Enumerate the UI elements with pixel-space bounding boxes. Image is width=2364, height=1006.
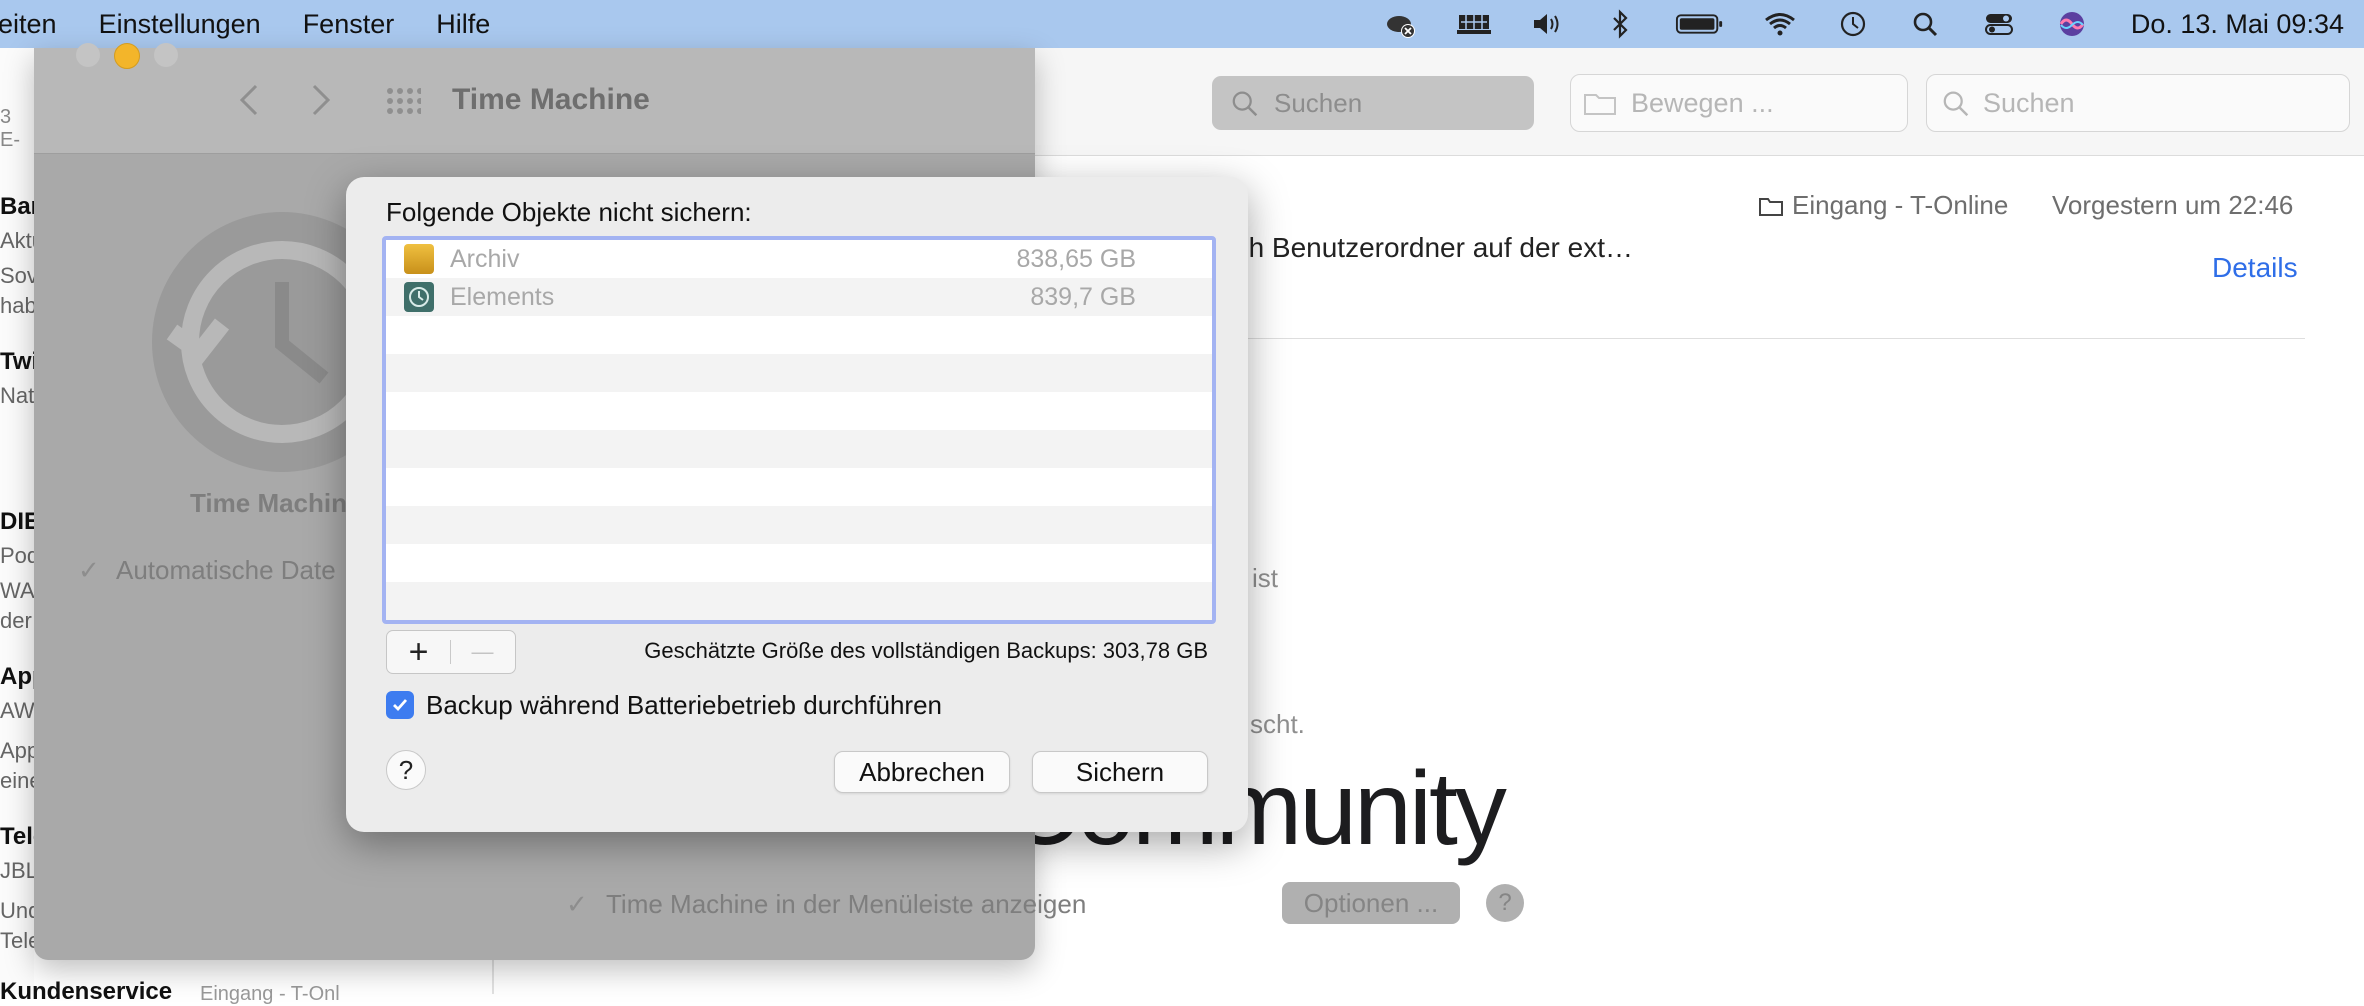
zoom-button[interactable] [154,43,178,67]
list-item-line: Nat [0,383,35,408]
save-button[interactable]: Sichern [1032,751,1208,793]
battery-icon[interactable] [1674,9,1726,39]
list-item-line: Sov [0,263,38,288]
clock[interactable]: Do. 13. Mai 09:34 [2131,9,2344,40]
back-icon[interactable] [236,82,262,118]
mail-count-fragment: 3 E- [0,106,20,151]
mail-list-edge: 3 E- Bar Aktu Sov hab Twi Nat DIE Pod WA… [0,48,172,1005]
icloud-error-icon[interactable] [1382,9,1420,39]
folder-icon [1584,94,1616,115]
minimize-button[interactable] [114,43,140,69]
empty-row [386,354,1212,392]
remove-button[interactable]: — [451,631,514,673]
empty-row [386,316,1212,354]
message-date: Vorgestern um 22:46 [2052,190,2294,220]
help-label: ? [398,754,414,785]
display-icon[interactable] [1455,9,1493,39]
search-placeholder: Suchen [1274,87,1363,118]
exclusions-sheet: Folgende Objekte nicht sichern: Archiv 8… [346,177,1248,832]
volume-icon[interactable] [1528,9,1566,39]
wifi-icon[interactable] [1761,9,1799,39]
show-in-menubar-label: Time Machine in der Menüleiste anzeigen [606,889,1087,919]
item-name: Archiv [450,245,520,273]
search-icon [1943,91,1969,117]
battery-backup-label[interactable]: Backup während Batteriebetrieb durchführ… [426,690,942,721]
checkmark-icon[interactable]: ✓ [78,555,100,586]
info-text-fragment: ist [1252,563,1278,593]
list-item-sender[interactable]: Twi [0,348,38,376]
empty-row [386,544,1212,582]
empty-row [386,392,1212,430]
add-remove-control: + — [386,630,516,674]
bluetooth-icon[interactable] [1601,9,1639,39]
exclusions-list[interactable]: Archiv 838,65 GB Elements 839,7 GB [382,236,1216,624]
info-text-fragment: scht. [1250,709,1305,739]
window-title: Time Machine [452,83,650,116]
auto-backup-label: Automatische Date [116,555,336,585]
menu-item-edit[interactable]: eiten [0,9,57,40]
save-label: Sichern [1075,756,1165,787]
grid-icon[interactable] [385,86,421,118]
app-label: Time Machin [190,488,348,518]
help-button[interactable]: ? [386,750,426,790]
battery-backup-checkbox[interactable] [386,691,414,719]
spotlight-icon[interactable] [1907,9,1945,39]
remove-label: — [471,639,494,664]
list-item[interactable]: Elements 839,7 GB [386,278,1212,316]
forward-icon[interactable] [308,82,334,118]
list-item-line: hab [0,293,37,318]
menu-item-window[interactable]: Fenster [303,9,395,40]
time-machine-drive-icon [404,282,434,312]
help-button[interactable]: ? [1486,884,1524,922]
empty-row [386,430,1212,468]
checkmark-icon [393,699,408,712]
add-button[interactable]: + [387,631,450,673]
preferences-search-input[interactable]: Suchen [1212,76,1534,130]
add-label: + [408,632,429,671]
siri-icon[interactable] [2053,9,2091,39]
move-to-mailbox-field[interactable]: Bewegen ... [1570,74,1908,132]
mail-search-input[interactable]: Suchen [1926,74,2350,132]
list-item[interactable]: Archiv 838,65 GB [386,240,1212,278]
list-item-line: der [0,608,32,633]
list-item-line: JBL [0,858,38,883]
mail-search-placeholder: Suchen [1983,87,2075,118]
external-drive-icon [404,244,434,274]
close-button[interactable] [76,43,100,67]
help-label: ? [1498,889,1512,916]
move-placeholder: Bewegen ... [1631,87,1774,118]
time-machine-icon[interactable] [1834,9,1872,39]
item-name: Elements [450,283,555,311]
status-menus: Do. 13. Mai 09:34 [1347,0,2344,48]
options-label: Optionen ... [1303,887,1439,918]
options-button[interactable]: Optionen ... [1282,882,1460,924]
cancel-label: Abbrechen [859,756,985,787]
checkmark-icon[interactable]: ✓ [566,889,588,920]
item-size: 838,65 GB [1016,245,1136,273]
empty-row [386,468,1212,506]
message-mailbox: Eingang - T-Online [1792,190,2009,220]
sheet-heading: Folgende Objekte nicht sichern: [386,197,752,227]
folder-icon [1759,198,1783,216]
search-icon [1232,91,1258,117]
empty-row [386,582,1212,620]
empty-row [386,506,1212,544]
item-size: 839,7 GB [1030,283,1136,311]
details-link[interactable]: Details [2212,252,2298,284]
control-center-icon[interactable] [1980,9,2018,39]
menu-item-help[interactable]: Hilfe [436,9,490,40]
cancel-button[interactable]: Abbrechen [834,751,1010,793]
app-menu: eiten Einstellungen Fenster Hilfe [0,9,532,40]
list-item-mailbox: Eingang - T-Onl [200,983,340,1005]
menu-bar: eiten Einstellungen Fenster Hilfe Do. 13… [0,0,2364,48]
menu-item-settings[interactable]: Einstellungen [99,9,261,40]
backup-size-estimate: Geschätzte Größe des vollständigen Backu… [644,638,1208,663]
